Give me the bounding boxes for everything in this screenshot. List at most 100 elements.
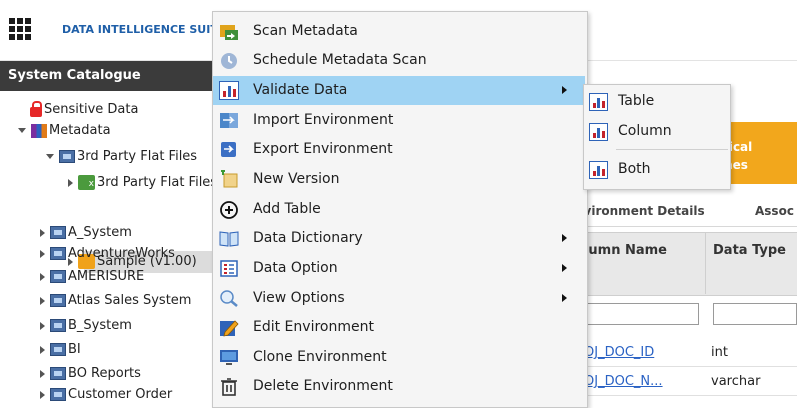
tree-item-label: A_System — [68, 225, 132, 240]
chevron-right-icon[interactable] — [40, 321, 45, 330]
detail-tabs: nvironment Details Assoc — [575, 204, 797, 224]
menu-item-schedule-metadata-scan[interactable]: Schedule Metadata Scan — [213, 46, 585, 75]
scan-icon — [220, 25, 238, 40]
tree-item-label: 3rd Party Flat Files — [97, 175, 218, 190]
tree-item-label: AMERISURE — [68, 269, 145, 284]
submenu-item-column[interactable]: Column — [584, 117, 728, 147]
tree-item-label: AdventureWorks — [68, 246, 175, 261]
tabs-divider — [575, 226, 797, 227]
chevron-right-icon — [562, 234, 567, 242]
tree-item-customer-order[interactable]: Customer Order — [40, 384, 172, 406]
chevron-down-icon[interactable] — [46, 154, 54, 159]
menu-item-clone-environment[interactable]: Clone Environment — [213, 343, 585, 372]
lock-icon — [30, 100, 42, 117]
chevron-right-icon[interactable] — [40, 345, 45, 354]
tree-item-atlas-sales-system[interactable]: Atlas Sales System — [40, 290, 191, 312]
database-icon — [50, 343, 66, 356]
menu-item-label: Import Environment — [253, 112, 394, 128]
chevron-right-icon[interactable] — [40, 369, 45, 378]
tree-item-amerisure[interactable]: AMERISURE — [40, 266, 144, 288]
database-icon — [50, 367, 66, 380]
tree-item-3rd-party-flat-files[interactable]: 3rd Party Flat Files — [46, 146, 197, 168]
submenu-item-both[interactable]: Both — [584, 155, 728, 185]
monitor-icon — [220, 350, 238, 365]
tree-item-label: Sensitive Data — [44, 102, 139, 117]
validate-data-submenu: Table Column Both — [583, 84, 731, 190]
table-header: olumn Name Data Type — [575, 232, 797, 296]
export-icon — [221, 142, 236, 157]
menu-item-label: Schedule Metadata Scan — [253, 52, 427, 68]
submenu-separator — [616, 149, 728, 150]
pencil-icon — [220, 320, 239, 337]
chevron-right-icon — [562, 264, 567, 272]
database-icon — [50, 247, 66, 260]
chevron-right-icon[interactable] — [68, 178, 73, 187]
menu-item-delete-environment[interactable]: Delete Environment — [213, 372, 585, 401]
clock-icon — [221, 53, 237, 69]
trash-icon — [221, 378, 237, 396]
tree-item-adventureworks[interactable]: AdventureWorks — [40, 243, 175, 265]
chart-icon — [589, 93, 608, 111]
tree-item-3rd-party-flat-files-child[interactable]: 3rd Party Flat Files — [68, 172, 218, 195]
import-icon — [220, 113, 238, 128]
metadata-icon — [31, 123, 47, 138]
submenu-item-label: Column — [618, 123, 672, 139]
menu-item-data-option[interactable]: Data Option — [213, 254, 585, 283]
column-name-filter[interactable] — [575, 303, 699, 325]
tree-item-sensitive-data[interactable]: Sensitive Data — [30, 99, 138, 121]
menu-item-label: New Version — [253, 171, 340, 187]
tree-item-bo-reports[interactable]: BO Reports — [40, 363, 141, 385]
app-title: DATA INTELLIGENCE SUITE — [62, 23, 212, 36]
database-icon — [50, 388, 66, 401]
chevron-down-icon[interactable] — [18, 128, 26, 133]
catalogue-header: System Catalogue — [0, 61, 213, 91]
plus-circle-icon — [220, 201, 238, 219]
tree-item-label: BO Reports — [68, 366, 141, 381]
menu-item-view-options[interactable]: View Options — [213, 284, 585, 313]
context-menu: Scan Metadata Schedule Metadata Scan Val… — [212, 11, 588, 408]
menu-item-export-environment[interactable]: Export Environment — [213, 135, 585, 164]
chevron-right-icon[interactable] — [40, 390, 45, 399]
table-row[interactable]: ROJ_DOC_ID int — [575, 340, 797, 367]
menu-item-label: Export Environment — [253, 141, 393, 157]
magnifier-icon — [220, 290, 238, 307]
menu-item-edit-environment[interactable]: Edit Environment — [213, 313, 585, 342]
tab-associations[interactable]: Assoc — [755, 204, 794, 218]
submenu-item-label: Both — [618, 161, 651, 177]
chevron-right-icon[interactable] — [40, 296, 45, 305]
submenu-item-label: Table — [618, 93, 655, 109]
menu-item-scan-metadata[interactable]: Scan Metadata — [213, 17, 585, 46]
database-icon — [50, 270, 66, 283]
menu-item-validate-data[interactable]: Validate Data — [213, 76, 585, 105]
flat-file-icon — [78, 173, 95, 195]
menu-item-label: Add Table — [253, 201, 321, 217]
book-icon — [219, 231, 239, 247]
menu-item-import-environment[interactable]: Import Environment — [213, 106, 585, 135]
tree-item-b-system[interactable]: B_System — [40, 315, 132, 337]
tree-item-metadata[interactable]: Metadata — [18, 120, 111, 142]
data-type-header[interactable]: Data Type — [713, 243, 786, 258]
tree-item-label: B_System — [68, 318, 132, 333]
menu-item-label: Delete Environment — [253, 378, 393, 394]
chevron-right-icon — [562, 86, 567, 94]
tab-environment-details[interactable]: nvironment Details — [575, 204, 705, 218]
header-divider — [705, 232, 706, 294]
column-name-header[interactable]: olumn Name — [575, 243, 667, 258]
chevron-right-icon[interactable] — [40, 228, 45, 237]
tree-item-bi[interactable]: BI — [40, 339, 81, 361]
column-name-cell[interactable]: ROJ_DOC_N... — [575, 374, 663, 389]
table-row[interactable]: ROJ_DOC_N... varchar — [575, 369, 797, 396]
chevron-right-icon[interactable] — [40, 249, 45, 258]
menu-item-add-table[interactable]: Add Table — [213, 195, 585, 224]
chevron-right-icon[interactable] — [40, 272, 45, 281]
tree-item-a-system[interactable]: A_System — [40, 222, 132, 244]
menu-item-data-dictionary[interactable]: Data Dictionary — [213, 224, 585, 253]
submenu-item-table[interactable]: Table — [584, 87, 728, 117]
menu-item-new-version[interactable]: New Version — [213, 165, 585, 194]
database-icon — [50, 319, 66, 332]
menu-item-label: Data Option — [253, 260, 338, 276]
grid-icon[interactable] — [9, 18, 31, 40]
chart-icon — [219, 81, 239, 100]
data-type-filter[interactable] — [713, 303, 797, 325]
tree-item-label: BI — [68, 342, 81, 357]
